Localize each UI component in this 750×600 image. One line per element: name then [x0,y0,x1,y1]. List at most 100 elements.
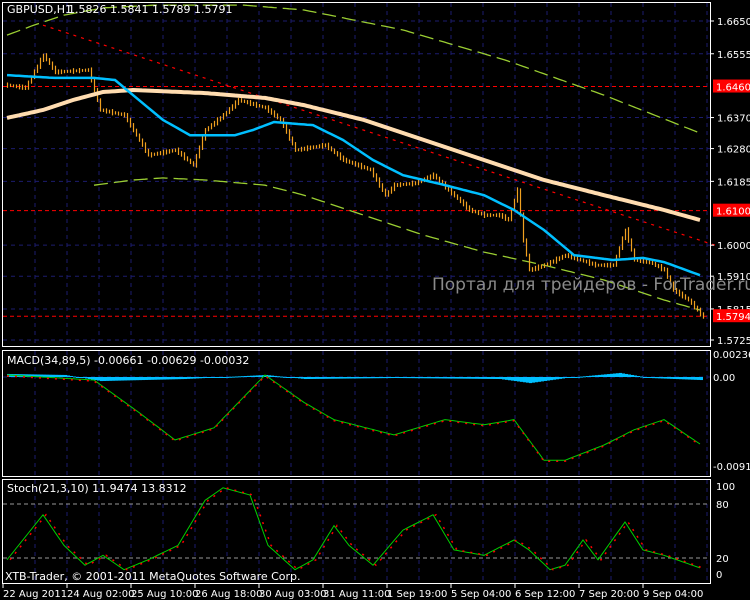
macd-histogram-bar [493,377,496,379]
macd-histogram-bar [481,377,484,379]
macd-histogram-bar [379,377,382,379]
macd-histogram-bar [565,377,568,379]
macd-histogram-bar [574,377,577,378]
macd-histogram-bar [448,377,451,379]
macd-histogram-bar [361,377,364,379]
macd-histogram-bar [181,377,184,380]
macd-histogram-bar [127,377,130,381]
macd-histogram-bar [175,377,178,380]
macd-histogram-bar [133,377,136,381]
macd-histogram-bar [349,377,352,379]
macd-histogram-bar [97,377,100,381]
macd-histogram-bar [667,377,670,379]
macd-histogram-bar [595,375,598,377]
macd-histogram-bar [430,377,433,379]
macd-histogram-bar [451,377,454,379]
macd-histogram-bar [202,377,205,379]
price-axis-label: 1.6370 [717,114,750,125]
macd-histogram-bar [550,377,553,381]
macd-histogram-bar [172,377,175,380]
macd-histogram-bar [466,377,469,379]
macd-histogram-bar [364,377,367,379]
macd-histogram-bar [454,377,457,379]
macd-histogram-bar [520,377,523,382]
macd-histogram-bar [136,377,139,381]
macd-histogram-bar [106,377,109,381]
time-axis-label: 9 Sep 04:00 [643,589,703,600]
macd-histogram-bar [421,377,424,379]
macd-histogram-bar [553,377,556,380]
macd-histogram-bar [691,377,694,380]
macd-histogram-bar [676,377,679,380]
macd-histogram-bar [499,377,502,380]
macd-histogram-bar [166,377,169,380]
macd-histogram-bar [514,377,517,382]
macd-histogram-bar [205,377,208,378]
macd-histogram-bar [49,374,52,377]
macd-histogram-bar [211,377,214,378]
macd-histogram-bar [100,377,103,382]
macd-histogram-bar [187,377,190,379]
macd-histogram-bar [88,377,91,380]
macd-histogram-bar [559,377,562,379]
trading-chart[interactable]: GBPUSD,H1 1.5826 1.5841 1.5789 1.5791 По… [0,0,750,600]
macd-histogram-bar [622,373,625,377]
macd-histogram-bar [67,375,70,377]
macd-histogram-bar [583,376,586,378]
macd-histogram-bar [505,377,508,380]
macd-histogram-bar [526,377,529,383]
price-axis-label: 1.5910 [717,272,750,283]
macd-histogram-bar [610,373,613,377]
macd-histogram-bar [616,373,619,377]
macd-histogram-bar [94,377,97,381]
macd-histogram-bar [307,377,310,379]
macd-histogram-bar [424,377,427,379]
macd-histogram-bar [376,377,379,379]
macd-histogram-bar [637,375,640,377]
macd-histogram-bar [658,377,661,379]
macd-histogram-bar [373,377,376,379]
copyright: XTB-Trader, © 2001-2011 MetaQuotes Softw… [5,570,301,583]
macd-histogram-bar [226,376,229,378]
price-level-label: 1.5794 [716,312,750,323]
macd-histogram-bar [661,377,664,379]
macd-histogram-bar [139,377,142,381]
macd-histogram-bar [523,377,526,383]
macd-histogram-bar [643,377,646,378]
macd-histogram-bar [340,377,343,379]
macd-histogram-bar [76,377,79,378]
macd-histogram-bar [91,377,94,380]
macd-histogram-bar [403,377,406,379]
macd-histogram-bar [604,374,607,377]
macd-histogram-bar [154,377,157,380]
macd-histogram-bar [301,377,304,379]
macd-histogram-bar [268,375,271,377]
macd-histogram-bar [55,374,58,377]
macd-histogram-bar [634,375,637,377]
macd-histogram-bar [532,377,535,383]
price-axis-label: 1.5725 [717,336,750,347]
macd-histogram-bar [319,377,322,379]
macd-histogram-bar [190,377,193,379]
macd-histogram-bar [568,377,571,378]
stoch-signal-line [9,486,704,571]
macd-histogram-bar [61,374,64,377]
macd-histogram-bar [412,377,415,379]
macd-histogram-bar [652,377,655,379]
macd-histogram-bar [274,375,277,377]
slow-moving-average [6,87,701,222]
price-axis-label: 1.6000 [717,241,750,252]
macd-histogram-bar [283,376,286,378]
macd-histogram-bar [85,377,88,379]
time-axis-label: 31 Aug 11:00 [323,589,390,600]
macd-histogram-bar [415,377,418,379]
stoch-axis-label: 20 [716,554,729,565]
macd-histogram-bar [511,377,514,381]
macd-histogram-bar [256,375,259,377]
time-axis-label: 24 Aug 02:00 [67,589,134,600]
macd-histogram-bar [322,377,325,379]
macd-histogram-bar [82,377,85,379]
macd-histogram-bar [445,377,448,379]
macd-histogram-bar [220,377,223,378]
price-axis-label: 1.6185 [717,177,750,188]
